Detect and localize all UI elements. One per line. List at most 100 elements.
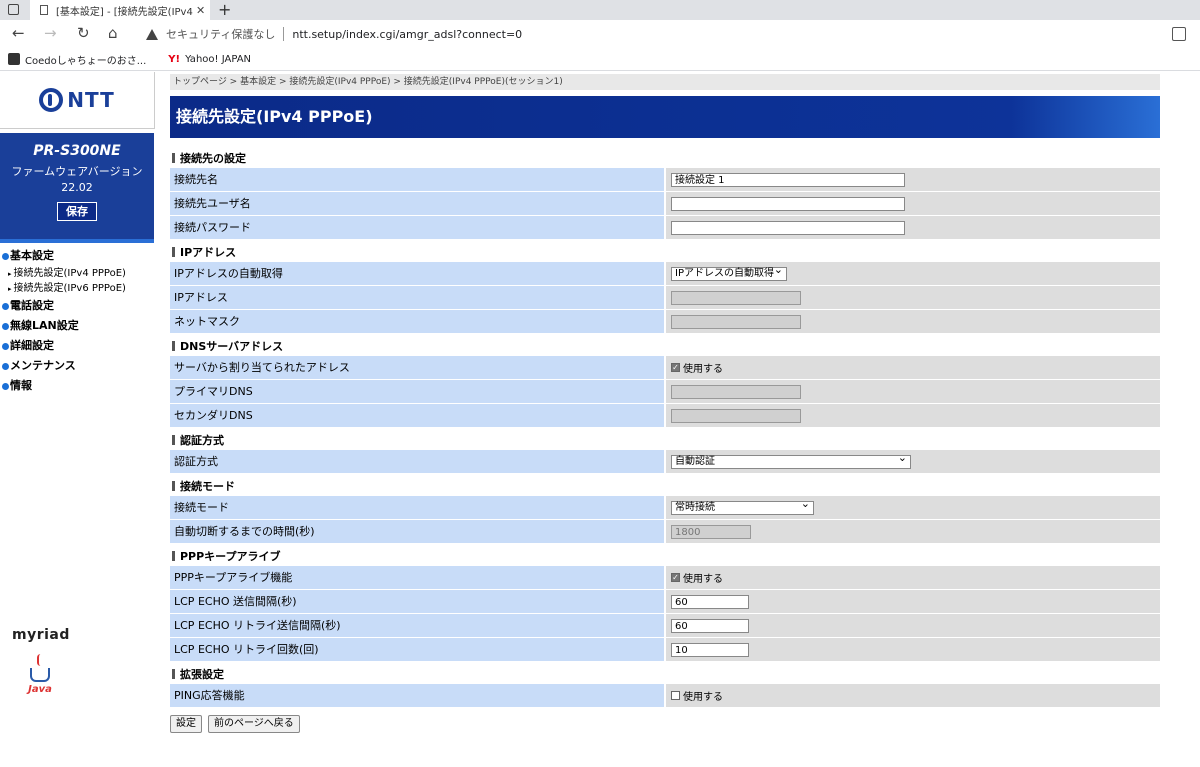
nav-bullet-icon [2,322,9,330]
field-label: PING応答機能 [170,684,664,707]
section-ip: IPアドレス [170,244,1160,262]
nav-maintenance[interactable]: メンテナンス [0,356,154,376]
bookmark-label: Yahoo! JAPAN [185,53,252,65]
auth-method-select[interactable]: 自動認証 [671,452,911,469]
yahoo-icon: Y! [168,53,181,65]
conn-user-input[interactable] [671,196,905,211]
browser-tab-bar: [基本設定] - [接続先設定(IPv4 PP ✕ + [0,0,1200,20]
extension-icon[interactable] [1172,27,1186,41]
conn-password-input[interactable] [671,220,905,235]
field-label: サーバから割り当てられたアドレス [170,356,664,379]
firmware-label: ファームウェアバージョン [11,165,143,178]
nav-label: 詳細設定 [10,339,54,352]
form-buttons: 設定 前のページへ戻る [170,715,1160,733]
primary-dns-input [671,384,801,399]
section-auth: 認証方式 [170,432,1160,450]
field-label: 接続パスワード [170,216,664,239]
row-lcp-retry-interval: LCP ECHO リトライ送信間隔(秒) 60 [170,614,1160,637]
keepalive-checkbox[interactable]: ✓ 使用する [671,570,723,585]
address-bar[interactable]: セキュリティ保護なし ntt.setup/index.cgi/amgr_adsl… [136,23,1186,45]
save-button[interactable]: 保存 [57,202,97,221]
dns-assigned-checkbox[interactable]: ✓ 使用する [671,360,723,375]
forward-icon[interactable]: → [44,23,57,43]
auto-disconnect-input: 1800 [671,524,751,539]
nav-ipv6-pppoe[interactable]: 接続先設定(IPv6 PPPoE) [0,281,154,296]
nav-info[interactable]: 情報 [0,376,154,396]
nav-basic[interactable]: 基本設定 [0,246,154,266]
row-ip-addr: IPアドレス [170,286,1160,309]
bookmark-yahoo[interactable]: Y! Yahoo! JAPAN [168,54,251,65]
nav-bullet-icon [2,252,9,260]
main-content: トップページ > 基本設定 > 接続先設定(IPv4 PPPoE) > 接続先設… [170,74,1160,733]
checkbox-label: 使用する [683,692,723,703]
row-dns-assigned: サーバから割り当てられたアドレス ✓ 使用する [170,356,1160,379]
row-auth-method: 認証方式 自動認証 [170,450,1160,473]
field-label: IPアドレス [170,286,664,309]
submit-button[interactable]: 設定 [170,715,202,733]
ping-checkbox[interactable]: 使用する [671,688,723,703]
java-text: Java [28,684,52,695]
bookmarks-bar: Coedoしゃちょーのおさ... Y! Yahoo! JAPAN [0,48,1200,71]
window-menu-icon[interactable] [8,4,19,15]
ip-address-input [671,290,801,305]
section-dns: DNSサーバアドレス [170,338,1160,356]
row-conn-name: 接続先名 接続設定 1 [170,168,1160,191]
tab-title: [基本設定] - [接続先設定(IPv4 PP [56,6,196,18]
back-icon[interactable]: ← [12,23,25,43]
bookmark-label: Coedoしゃちょーのおさ... [25,55,147,67]
lcp-interval-input[interactable]: 60 [671,594,749,609]
section-keepalive: PPPキープアライブ [170,548,1160,566]
model-panel: PR-S300NE ファームウェアバージョン 22.02 保存 [0,133,154,243]
home-icon[interactable]: ⌂ [108,23,118,43]
reload-icon[interactable]: ↻ [77,23,90,43]
checkbox-checked-icon[interactable]: ✓ [671,363,680,372]
close-tab-icon[interactable]: ✕ [196,4,210,17]
ip-auto-select[interactable]: IPアドレスの自動取得 [671,264,787,281]
new-tab-icon[interactable]: + [218,0,231,20]
conn-name-input[interactable]: 接続設定 1 [671,172,905,187]
browser-tab[interactable]: [基本設定] - [接続先設定(IPv4 PP ✕ [30,0,210,20]
nav-bullet-icon [2,382,9,390]
field-label: セカンダリDNS [170,404,664,427]
conn-mode-select[interactable]: 常時接続 [671,498,814,515]
row-ip-mask: ネットマスク [170,310,1160,333]
bookmark-coedo[interactable]: Coedoしゃちょーのおさ... [8,52,146,67]
security-label[interactable]: セキュリティ保護なし [166,26,275,42]
divider [283,27,285,41]
myriad-logo: myriad [12,627,70,643]
java-steam-icon [37,654,44,666]
row-dns-secondary: セカンダリDNS [170,404,1160,427]
row-lcp-interval: LCP ECHO 送信間隔(秒) 60 [170,590,1160,613]
nav-bullet-icon [2,342,9,350]
lcp-retry-interval-input[interactable]: 60 [671,618,749,633]
checkbox-label: 使用する [683,574,723,585]
nav-phone[interactable]: 電話設定 [0,296,154,316]
field-label: IPアドレスの自動取得 [170,262,664,285]
checkbox-unchecked-icon[interactable] [671,691,680,700]
row-ip-auto: IPアドレスの自動取得 IPアドレスの自動取得 [170,262,1160,285]
firmware-version: 22.02 [61,181,93,194]
lcp-retry-count-input[interactable]: 10 [671,642,749,657]
logo-text: NTT [67,88,115,112]
back-button[interactable]: 前のページへ戻る [208,715,300,733]
section-connection: 接続先の設定 [170,150,1160,168]
nav-ipv4-pppoe[interactable]: 接続先設定(IPv4 PPPoE) [0,266,154,281]
nav-bullet-icon [2,302,9,310]
nav-bullet-icon [2,362,9,370]
row-ping: PING応答機能 使用する [170,684,1160,707]
nav-label: 基本設定 [10,249,54,262]
nav-label: 無線LAN設定 [10,319,79,332]
field-label: LCP ECHO 送信間隔(秒) [170,590,664,613]
checkbox-checked-icon[interactable]: ✓ [671,573,680,582]
java-cup-icon [30,668,50,682]
url-text[interactable]: ntt.setup/index.cgi/amgr_adsl?connect=0 [292,28,522,41]
field-label: LCP ECHO リトライ回数(回) [170,638,664,661]
browser-nav-bar: ← → ↻ ⌂ セキュリティ保護なし ntt.setup/index.cgi/a… [0,20,1200,48]
row-lcp-retry-count: LCP ECHO リトライ回数(回) 10 [170,638,1160,661]
nav-advanced[interactable]: 詳細設定 [0,336,154,356]
field-label: プライマリDNS [170,380,664,403]
nav-wlan[interactable]: 無線LAN設定 [0,316,154,336]
java-logo: Java [27,654,53,702]
bookmark-favicon-icon [8,53,20,65]
field-label: PPPキープアライブ機能 [170,566,664,589]
